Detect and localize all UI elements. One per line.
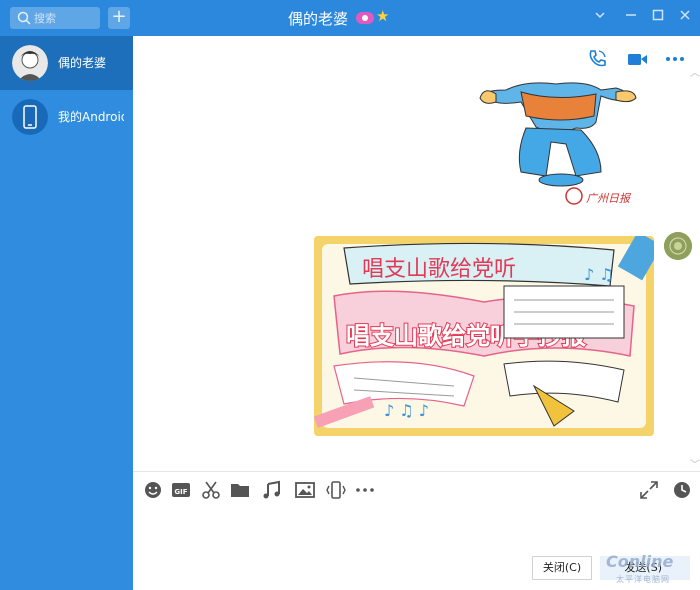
phone-avatar-icon <box>12 99 48 135</box>
search-input[interactable] <box>34 9 96 27</box>
more-tools-icon[interactable] <box>355 480 375 500</box>
shake-icon[interactable] <box>326 480 346 500</box>
title-bar: + 偶的老婆 ★ <box>0 0 700 36</box>
poster-top-title: 唱支山歌给党听 <box>362 257 516 282</box>
contact-item-android[interactable]: 我的Android手机 <box>0 90 133 144</box>
watermark-logo: Conline <box>606 552 674 571</box>
contact-name: 偶的老婆 <box>58 56 107 70</box>
voice-call-icon[interactable] <box>586 48 608 70</box>
sticker-message-image[interactable]: 广州日报 <box>466 72 654 212</box>
emoji-icon[interactable] <box>143 480 163 500</box>
poster-message-image[interactable]: 唱支山歌给党听 唱支山歌给党听手抄报 ♪ ♫ ♪ ♪ ♫ <box>314 236 654 436</box>
expand-icon[interactable] <box>639 480 659 500</box>
maximize-button[interactable] <box>649 8 667 26</box>
minimize-icon <box>626 14 636 16</box>
maximize-icon <box>652 9 664 21</box>
scroll-down-icon[interactable]: ﹀ <box>690 456 700 471</box>
add-button[interactable]: + <box>108 7 130 29</box>
input-divider <box>133 471 700 472</box>
sticker-caption: 广州日报 <box>586 192 632 205</box>
music-icon[interactable] <box>262 480 282 500</box>
folder-icon[interactable] <box>230 480 250 500</box>
contact-item-wife[interactable]: 偶的老婆 <box>0 36 133 90</box>
close-button[interactable]: 关闭(C) <box>532 556 592 580</box>
close-icon <box>680 10 690 20</box>
message-input[interactable] <box>140 508 690 548</box>
dropdown-button[interactable] <box>591 8 609 26</box>
svg-text:♪ ♫ ♪: ♪ ♫ ♪ <box>384 401 429 420</box>
more-options-icon[interactable] <box>664 48 686 70</box>
watermark-subtext: 太平洋电脑网 <box>616 575 670 584</box>
chevron-down-icon <box>595 12 605 19</box>
my-avatar[interactable] <box>664 232 692 260</box>
video-call-icon[interactable] <box>626 48 648 70</box>
history-clock-icon[interactable] <box>672 480 692 500</box>
contact-list: 偶的老婆 我的Android手机 <box>0 36 133 590</box>
scroll-up-icon[interactable]: ︿ <box>690 64 700 79</box>
contact-name: 我的Android手机 <box>58 110 124 124</box>
search-icon <box>17 11 31 25</box>
star-badge-icon: ★ <box>376 7 390 25</box>
chat-title: 偶的老婆 <box>288 10 349 28</box>
search-box[interactable] <box>10 7 100 29</box>
scissors-icon[interactable] <box>201 480 221 500</box>
vip-badge-icon <box>356 12 374 24</box>
image-icon[interactable] <box>295 480 315 500</box>
gif-icon[interactable]: GIF <box>171 480 191 500</box>
minimize-button[interactable] <box>622 8 640 26</box>
svg-text:♪ ♫: ♪ ♫ <box>584 265 614 284</box>
svg-text:GIF: GIF <box>174 488 187 496</box>
close-window-button[interactable] <box>676 8 694 26</box>
avatar <box>12 45 48 81</box>
